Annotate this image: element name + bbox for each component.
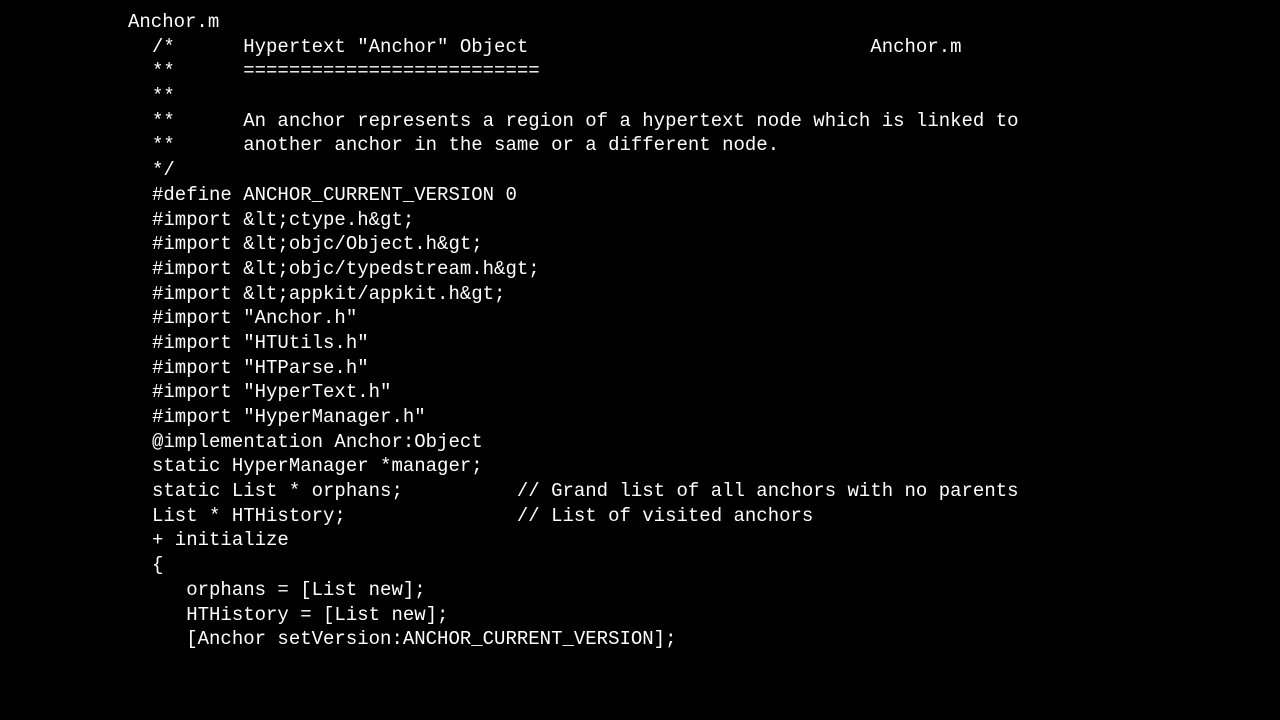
- code-line: ** ==========================: [152, 59, 1280, 84]
- code-viewer: Anchor.m /* Hypertext "Anchor" Object An…: [128, 10, 1280, 652]
- code-line: HTHistory = [List new];: [152, 603, 1280, 628]
- file-title: Anchor.m: [128, 10, 1280, 35]
- code-line: ** An anchor represents a region of a hy…: [152, 109, 1280, 134]
- code-line: #import "HyperText.h": [152, 380, 1280, 405]
- code-line: #import &lt;appkit/appkit.h&gt;: [152, 282, 1280, 307]
- code-line: /* Hypertext "Anchor" Object Anchor.m: [152, 35, 1280, 60]
- code-line: List * HTHistory; // List of visited anc…: [152, 504, 1280, 529]
- code-line: #import &lt;objc/Object.h&gt;: [152, 232, 1280, 257]
- code-line: ** another anchor in the same or a diffe…: [152, 133, 1280, 158]
- code-line: #import &lt;ctype.h&gt;: [152, 208, 1280, 233]
- code-line: */: [152, 158, 1280, 183]
- code-line: #import "HTParse.h": [152, 356, 1280, 381]
- code-line: {: [152, 553, 1280, 578]
- code-line: #import "HTUtils.h": [152, 331, 1280, 356]
- code-line: #import "HyperManager.h": [152, 405, 1280, 430]
- code-line: **: [152, 84, 1280, 109]
- code-line: orphans = [List new];: [152, 578, 1280, 603]
- code-line: #define ANCHOR_CURRENT_VERSION 0: [152, 183, 1280, 208]
- code-line: + initialize: [152, 528, 1280, 553]
- code-line: static List * orphans; // Grand list of …: [152, 479, 1280, 504]
- code-line: static HyperManager *manager;: [152, 454, 1280, 479]
- code-line: #import &lt;objc/typedstream.h&gt;: [152, 257, 1280, 282]
- code-line: [Anchor setVersion:ANCHOR_CURRENT_VERSIO…: [152, 627, 1280, 652]
- code-line: #import "Anchor.h": [152, 306, 1280, 331]
- code-line: @implementation Anchor:Object: [152, 430, 1280, 455]
